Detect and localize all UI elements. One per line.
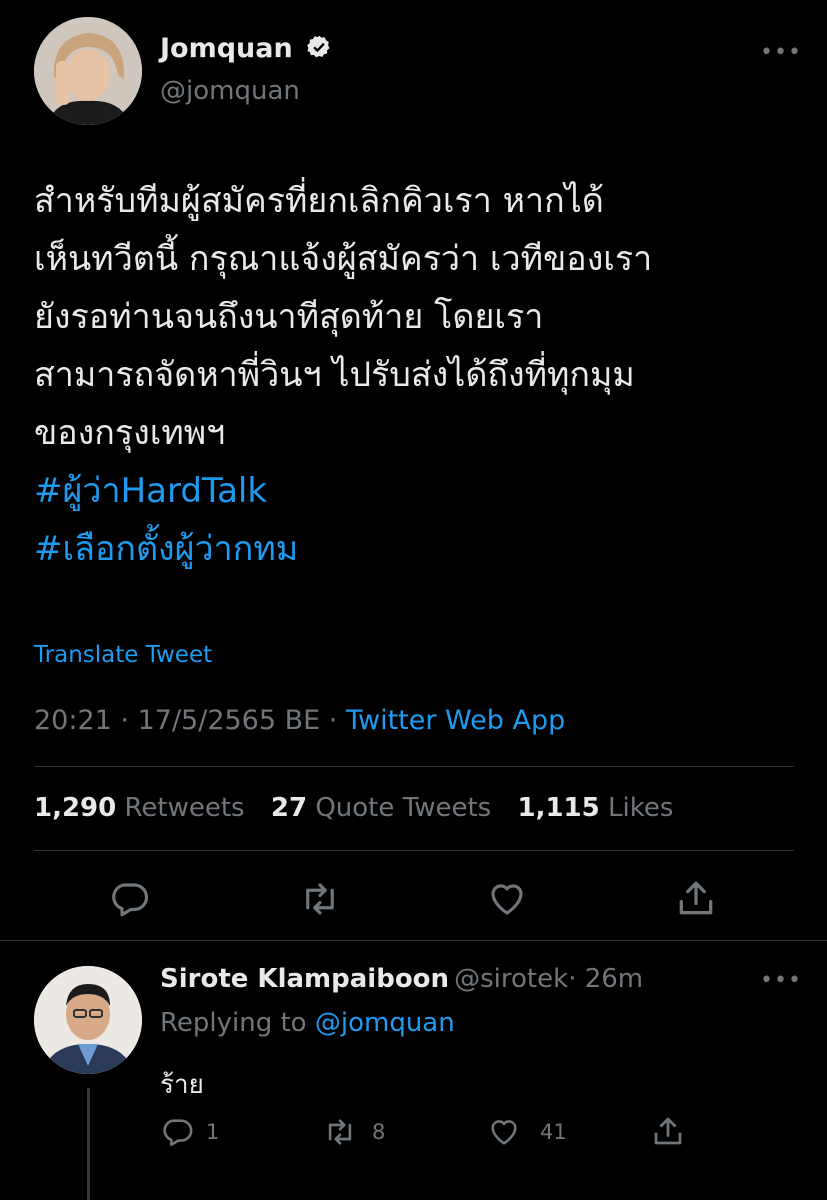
reply-body: ร้าย [160, 1070, 204, 1100]
retweet-count: 8 [372, 1120, 386, 1144]
reply-share-action[interactable] [650, 1113, 686, 1153]
tweet-line: สำหรับทีมผู้สมัครที่ยกเลิกคิวเรา หากได้ [34, 181, 604, 221]
author-avatar[interactable] [34, 17, 142, 125]
retweets-label: Retweets [124, 793, 245, 823]
likes-stat[interactable]: 1,115 Likes [517, 793, 673, 823]
quotes-label: Quote Tweets [315, 793, 492, 823]
reply-retweet-action[interactable]: 8 [322, 1115, 385, 1149]
reply-count: 1 [206, 1120, 220, 1144]
reply-time[interactable]: · 26m [568, 964, 643, 994]
quotes-count: 27 [270, 793, 308, 823]
like-count: 41 [540, 1120, 567, 1144]
quote-tweets-stat[interactable]: 27 Quote Tweets [271, 793, 491, 823]
author-name-text: Jomquan [160, 33, 293, 64]
translate-tweet-link[interactable]: Translate Tweet [34, 642, 212, 668]
tweet-line: เห็นทวีตนี้ กรุณาแจ้งผู้สมัครว่า เวทีของ… [34, 239, 653, 279]
retweet-icon[interactable] [298, 878, 342, 920]
tweet-date[interactable]: 17/5/2565 BE [138, 705, 321, 736]
retweets-count: 1,290 [34, 793, 117, 823]
thread-connector-line [87, 1088, 90, 1200]
retweets-stat[interactable]: 1,290 Retweets [34, 793, 245, 823]
author-name[interactable]: Jomquan [160, 33, 332, 67]
retweet-icon [328, 1119, 352, 1145]
author-handle[interactable]: @jomquan [160, 76, 300, 106]
divider [34, 850, 794, 851]
user-avatar-icon [34, 966, 142, 1074]
reply-header: Sirote Klampaiboon @sirotek· 26m [160, 964, 643, 994]
hashtag-link[interactable]: #ผู้ว่าHardTalk [34, 462, 804, 520]
user-avatar-icon [34, 17, 142, 125]
divider [0, 940, 827, 941]
likes-count: 1,115 [517, 793, 600, 823]
tweet-line: ยังรอท่านจนถึงนาทีสุดท้าย โดยเรา [34, 297, 544, 337]
reply-icon [163, 1119, 193, 1147]
more-options-icon[interactable]: ••• [760, 40, 802, 65]
reply-reply-action[interactable]: 1 [160, 1115, 219, 1149]
tweet-time[interactable]: 20:21 [34, 705, 112, 736]
share-icon [654, 1117, 682, 1145]
like-heart-icon [491, 1120, 517, 1145]
tweet-line: ของกรุงเทพฯ [34, 413, 226, 453]
likes-label: Likes [608, 793, 674, 823]
replying-prefix: Replying to [160, 1008, 307, 1038]
verified-badge-icon [306, 34, 332, 67]
reply-like-action[interactable]: 41 [486, 1115, 567, 1149]
tweet-body: สำหรับทีมผู้สมัครที่ยกเลิกคิวเรา หากได้ … [34, 172, 804, 578]
reply-author-avatar[interactable] [34, 966, 142, 1074]
meta-separator: · [328, 705, 338, 736]
meta-separator: · [120, 705, 129, 736]
reply-author-name[interactable]: Sirote Klampaiboon [160, 964, 449, 994]
reply-more-options-icon[interactable]: ••• [760, 968, 802, 993]
divider [34, 766, 794, 767]
reply-author-handle[interactable]: @sirotek [454, 964, 568, 994]
tweet-line: สามารถจัดหาพี่วินฯ ไปรับส่งได้ถึงที่ทุกม… [34, 355, 635, 395]
like-heart-icon[interactable] [486, 878, 528, 920]
reply-icon[interactable] [108, 878, 150, 920]
tweet-source-link[interactable]: Twitter Web App [346, 705, 565, 736]
tweet-stats: 1,290 Retweets 27 Quote Tweets 1,115 Lik… [34, 793, 673, 823]
hashtag-link[interactable]: #เลือกตั้งผู้ว่ากทม [34, 520, 804, 578]
share-icon[interactable] [674, 876, 718, 920]
replying-mention-link[interactable]: @jomquan [315, 1008, 455, 1038]
replying-to: Replying to @jomquan [160, 1008, 455, 1038]
tweet-timestamp: 20:21 · 17/5/2565 BE · Twitter Web App [34, 705, 565, 736]
